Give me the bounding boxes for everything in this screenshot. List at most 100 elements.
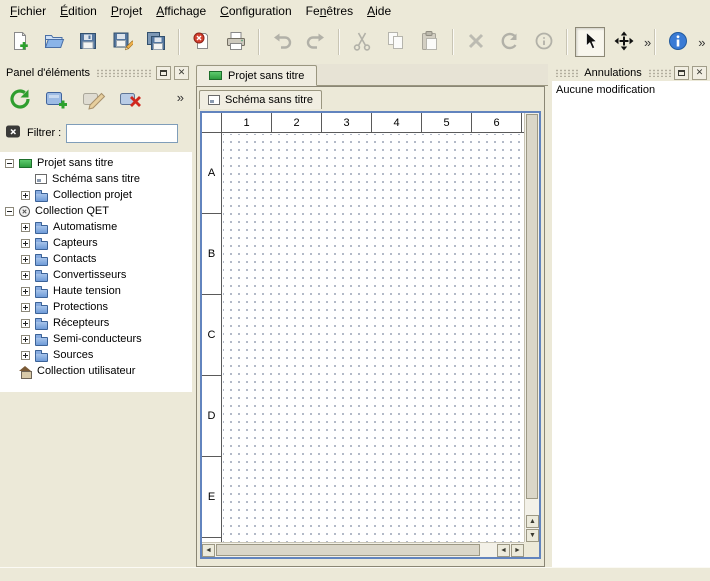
expand-expander-icon[interactable] (21, 303, 30, 312)
column-header-cell: 4 (372, 113, 422, 132)
save-icon (77, 30, 99, 55)
collapse-expander-icon[interactable] (5, 159, 14, 168)
dock-float-button[interactable] (674, 66, 689, 80)
expand-expander-icon[interactable] (21, 351, 30, 360)
expand-expander-icon[interactable] (21, 319, 30, 328)
tree-item-contacts[interactable]: Contacts (0, 251, 192, 267)
scroll-left-button-2[interactable]: ◄ (497, 544, 510, 557)
undo-panel-title: Annulations (581, 67, 645, 79)
expand-expander-icon[interactable] (21, 191, 30, 200)
menu-fichier[interactable]: Fichier (3, 1, 53, 21)
menu-configuration[interactable]: Configuration (213, 1, 299, 21)
close-file-icon (191, 30, 213, 55)
tree-item-label: Automatisme (53, 221, 117, 233)
info-button[interactable] (529, 27, 559, 57)
reload-icon (7, 86, 33, 115)
vertical-scrollbar[interactable]: ▲ ▼ (524, 113, 539, 542)
menu-affichage[interactable]: Affichage (149, 1, 213, 21)
new-element-button[interactable] (43, 86, 71, 114)
tree-item-label: Contacts (53, 253, 96, 265)
save-all-button[interactable] (141, 27, 171, 57)
expand-expander-icon[interactable] (21, 271, 30, 280)
dock-float-button[interactable] (156, 66, 171, 80)
save-as-button[interactable] (107, 27, 137, 57)
move-mode-button[interactable] (609, 27, 639, 57)
redo-button[interactable] (301, 27, 331, 57)
diagram-canvas[interactable] (223, 134, 524, 542)
cut-button[interactable] (347, 27, 377, 57)
menu-aide[interactable]: Aide (360, 1, 398, 21)
toolbar-overflow-button[interactable]: » (641, 35, 654, 50)
clear-filter-icon[interactable] (5, 123, 22, 143)
paste-icon (419, 30, 441, 55)
tree-item-collection-qet[interactable]: Collection QET (0, 203, 192, 219)
schema-tab[interactable]: Schéma sans titre (199, 90, 322, 109)
undo-list-item[interactable]: Aucune modification (552, 81, 710, 99)
print-button[interactable] (221, 27, 251, 57)
expand-expander-icon[interactable] (21, 223, 30, 232)
filter-input[interactable] (66, 124, 178, 143)
new-file-button[interactable] (5, 27, 35, 57)
float-icon (678, 70, 685, 76)
horizontal-scrollbar[interactable]: ◄ ◄ ► (202, 542, 524, 557)
column-header-cell: 3 (322, 113, 372, 132)
right-arrow-icon: ► (514, 547, 521, 554)
toolbar-separator (338, 29, 340, 55)
expand-expander-icon[interactable] (21, 239, 30, 248)
copy-button[interactable] (381, 27, 411, 57)
horizontal-scrollbar-thumb[interactable] (216, 544, 480, 556)
tree-item-schema[interactable]: Schéma sans titre (0, 171, 192, 187)
tree-item-collection-utilisateur[interactable]: Collection utilisateur (0, 363, 192, 379)
expand-expander-icon[interactable] (21, 255, 30, 264)
tree-item-collection-projet[interactable]: Collection projet (0, 187, 192, 203)
tree-item-haute-tension[interactable]: Haute tension (0, 283, 192, 299)
down-arrow-icon: ▼ (529, 532, 536, 539)
tree-item-label: Semi-conducteurs (53, 333, 142, 345)
paste-button[interactable] (415, 27, 445, 57)
undo-button[interactable] (267, 27, 297, 57)
scroll-left-button[interactable]: ◄ (202, 544, 215, 557)
elements-panel-dock: Panel d'éléments ✕ » Filtrer : Projet sa… (0, 64, 192, 567)
expand-expander-icon[interactable] (21, 335, 30, 344)
undo-panel-title-bar[interactable]: Annulations ✕ (552, 64, 710, 81)
elements-panel-title-bar[interactable]: Panel d'éléments ✕ (0, 64, 192, 81)
reload-collections-button[interactable] (6, 86, 34, 114)
save-button[interactable] (73, 27, 103, 57)
scroll-up-button[interactable]: ▲ (526, 515, 539, 528)
elements-toolbar-overflow-button[interactable]: » (177, 90, 184, 105)
float-icon (160, 70, 167, 76)
expand-expander-icon[interactable] (21, 287, 30, 296)
menu-edition[interactable]: Édition (53, 1, 104, 21)
row-header-cell: D (202, 376, 221, 457)
about-button[interactable] (663, 27, 693, 57)
tree-item-convertisseurs[interactable]: Convertisseurs (0, 267, 192, 283)
dock-close-button[interactable]: ✕ (174, 66, 189, 80)
main-toolbar: » » (0, 22, 710, 62)
dock-close-button[interactable]: ✕ (692, 66, 707, 80)
tree-item-project[interactable]: Projet sans titre (0, 155, 192, 171)
vertical-scrollbar-thumb[interactable] (526, 114, 538, 499)
open-file-button[interactable] (39, 27, 69, 57)
mdi-tab-project[interactable]: Projet sans titre (196, 65, 317, 86)
tree-item-automatisme[interactable]: Automatisme (0, 219, 192, 235)
scroll-down-button[interactable]: ▼ (526, 529, 539, 542)
move-arrows-icon (613, 30, 635, 55)
project-icon (209, 71, 222, 80)
select-mode-button[interactable] (575, 27, 605, 57)
tree-item-semi-conducteurs[interactable]: Semi-conducteurs (0, 331, 192, 347)
menu-fenetres[interactable]: Fenêtres (299, 1, 360, 21)
delete-element-button[interactable] (117, 86, 145, 114)
menu-projet[interactable]: Projet (104, 1, 149, 21)
delete-button[interactable] (461, 27, 491, 57)
collapse-expander-icon[interactable] (5, 207, 14, 216)
rotate-button[interactable] (495, 27, 525, 57)
tree-item-protections[interactable]: Protections (0, 299, 192, 315)
project-window: Schéma sans titre 1 2 3 4 5 6 (196, 86, 545, 567)
close-file-button[interactable] (187, 27, 217, 57)
tree-item-capteurs[interactable]: Capteurs (0, 235, 192, 251)
tree-item-recepteurs[interactable]: Récepteurs (0, 315, 192, 331)
edit-element-button[interactable] (80, 86, 108, 114)
scroll-right-button[interactable]: ► (511, 544, 524, 557)
help-toolbar-overflow-button[interactable]: » (695, 35, 708, 50)
tree-item-sources[interactable]: Sources (0, 347, 192, 363)
